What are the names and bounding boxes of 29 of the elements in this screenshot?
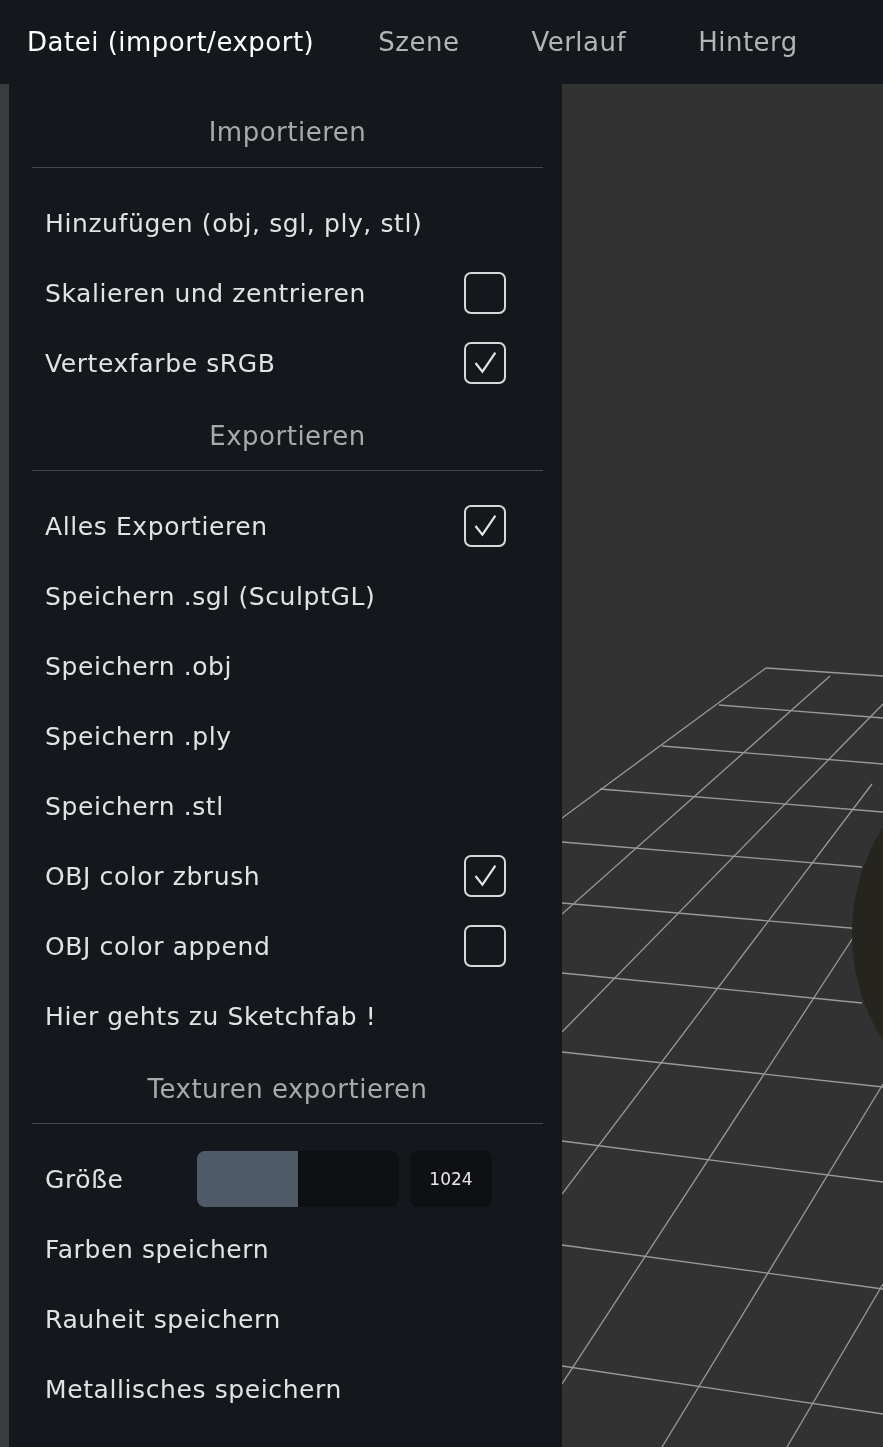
menu-tab[interactable]: Verlauf (531, 27, 627, 57)
menu-action[interactable]: Farben speichern (45, 1234, 270, 1264)
section-heading: Exportieren (208, 420, 367, 453)
menu-action[interactable]: Metallisches speichern (45, 1374, 342, 1404)
option-label: Vertexfarbe sRGB (45, 348, 277, 378)
menu-tab[interactable]: Hinterg (698, 27, 798, 57)
menu-action[interactable]: Speichern .obj (45, 651, 233, 681)
slider-label: Größe (45, 1164, 125, 1194)
section-heading: Importieren (207, 116, 368, 149)
menu-action[interactable]: Hinzufügen (obj, sgl, ply, stl) (45, 208, 423, 238)
size-slider[interactable] (197, 1151, 399, 1207)
checkbox[interactable] (464, 505, 506, 547)
menu-tab[interactable]: Datei (import/export) (27, 27, 315, 57)
menu-action[interactable]: Speichern .sgl (SculptGL) (45, 581, 376, 611)
value-field[interactable]: 1024 (410, 1151, 492, 1207)
section-heading: Texturen exportieren (146, 1073, 429, 1106)
checkbox[interactable] (464, 925, 506, 967)
menu-action[interactable]: Rauheit speichern (45, 1304, 281, 1334)
menu-action[interactable]: Speichern .ply (45, 721, 232, 751)
menu-tab[interactable]: Szene (378, 27, 460, 57)
option-label: Skalieren und zentrieren (45, 278, 368, 308)
menu-action[interactable]: Hier gehts zu Sketchfab ! (45, 1001, 377, 1031)
option-label: Alles Exportieren (45, 511, 269, 541)
option-label: OBJ color zbrush (45, 861, 262, 891)
checkbox[interactable] (464, 272, 506, 314)
checkbox[interactable] (464, 342, 506, 384)
checkbox[interactable] (464, 855, 506, 897)
menu-action[interactable]: Speichern .stl (45, 791, 224, 821)
option-label: OBJ color append (45, 931, 272, 961)
